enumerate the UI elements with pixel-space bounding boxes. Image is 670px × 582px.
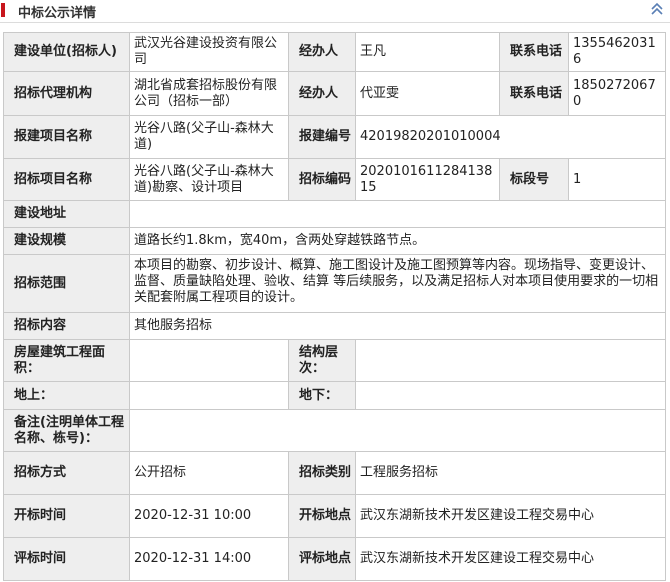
field-value: 2020-12-31 14:00	[129, 537, 289, 581]
field-value: 13554620316	[568, 32, 666, 72]
field-value	[129, 200, 666, 228]
panel-title: 中标公示详情	[18, 6, 97, 21]
field-label: 招标类别	[288, 451, 356, 495]
field-label: 建设规模	[3, 227, 130, 255]
field-value: 湖北省成套招标股份有限公司（招标一部）	[129, 71, 289, 116]
panel-header: 中标公示详情	[0, 0, 670, 23]
table-row: 招标范围 本项目的勘察、初步设计、概算、施工图设计及施工图预算等内容。现场指导、…	[3, 254, 666, 313]
field-label: 招标内容	[3, 312, 130, 340]
field-value	[355, 381, 666, 410]
field-label: 开标地点	[288, 494, 356, 538]
table-row: 报建项目名称 光谷八路(父子山-森林大道) 报建编号 4201982020101…	[3, 115, 666, 159]
field-label: 经办人	[288, 32, 356, 72]
field-value: 18502720670	[568, 71, 666, 116]
field-value: 王凡	[355, 32, 500, 72]
field-label: 开标时间	[3, 494, 130, 538]
field-value: 工程服务招标	[355, 451, 666, 495]
table-row: 招标内容 其他服务招标	[3, 312, 666, 340]
field-value: 本项目的勘察、初步设计、概算、施工图设计及施工图预算等内容。现场指导、变更设计、…	[129, 254, 666, 313]
field-label: 招标编码	[288, 158, 356, 201]
table-row: 开标时间 2020-12-31 10:00 开标地点 武汉东湖新技术开发区建设工…	[3, 494, 666, 538]
field-value: 武汉光谷建设投资有限公司	[129, 32, 289, 72]
field-value: 公开招标	[129, 451, 289, 495]
field-label: 联系电话	[499, 32, 569, 72]
field-label: 招标代理机构	[3, 71, 130, 116]
field-value: 武汉东湖新技术开发区建设工程交易中心	[355, 494, 666, 538]
field-label: 标段号	[499, 158, 569, 201]
table-row: 建设地址	[3, 200, 666, 228]
field-value: 光谷八路(父子山-森林大道)勘察、设计项目	[129, 158, 289, 201]
table-row: 招标方式 公开招标 招标类别 工程服务招标	[3, 451, 666, 495]
title-accent-bar	[1, 3, 5, 17]
table-row: 招标项目名称 光谷八路(父子山-森林大道)勘察、设计项目 招标编码 202010…	[3, 158, 666, 201]
field-label: 报建项目名称	[3, 115, 130, 159]
field-label: 结构层次：	[288, 339, 356, 382]
field-value: 42019820201010004	[355, 115, 666, 159]
field-value	[129, 339, 289, 382]
field-label: 联系电话	[499, 71, 569, 116]
field-value: 光谷八路(父子山-森林大道)	[129, 115, 289, 159]
field-value: 1	[568, 158, 666, 201]
field-value: 武汉东湖新技术开发区建设工程交易中心	[355, 537, 666, 581]
table-row: 评标时间 2020-12-31 14:00 评标地点 武汉东湖新技术开发区建设工…	[3, 537, 666, 581]
field-value: 代亚雯	[355, 71, 500, 116]
field-label: 房屋建筑工程面积：	[3, 339, 130, 382]
field-label: 建设地址	[3, 200, 130, 228]
field-value	[129, 381, 289, 410]
chevron-up-double-icon[interactable]	[650, 1, 664, 17]
field-label: 地下：	[288, 381, 356, 410]
field-label: 招标范围	[3, 254, 130, 313]
field-value: 其他服务招标	[129, 312, 666, 340]
table-row: 建设规模 道路长约1.8km，宽40m，含两处穿越铁路节点。	[3, 227, 666, 255]
table-row: 房屋建筑工程面积： 结构层次：	[3, 339, 666, 382]
table-row: 招标代理机构 湖北省成套招标股份有限公司（招标一部） 经办人 代亚雯 联系电话 …	[3, 71, 666, 116]
detail-table: 建设单位(招标人) 武汉光谷建设投资有限公司 经办人 王凡 联系电话 13554…	[3, 32, 666, 581]
table-row: 备注(注明单体工程名称、栋号)：	[3, 409, 666, 452]
field-label: 招标方式	[3, 451, 130, 495]
field-label: 招标项目名称	[3, 158, 130, 201]
table-row: 建设单位(招标人) 武汉光谷建设投资有限公司 经办人 王凡 联系电话 13554…	[3, 32, 666, 72]
field-value	[355, 339, 666, 382]
field-value: 2020-12-31 10:00	[129, 494, 289, 538]
field-label: 评标时间	[3, 537, 130, 581]
field-value: 202010161128413815	[355, 158, 500, 201]
field-label: 评标地点	[288, 537, 356, 581]
field-label: 建设单位(招标人)	[3, 32, 130, 72]
field-label: 备注(注明单体工程名称、栋号)：	[3, 409, 130, 452]
field-value: 道路长约1.8km，宽40m，含两处穿越铁路节点。	[129, 227, 666, 255]
table-row: 地上： 地下：	[3, 381, 666, 410]
field-label: 地上：	[3, 381, 130, 410]
field-value	[129, 409, 666, 452]
field-label: 报建编号	[288, 115, 356, 159]
field-label: 经办人	[288, 71, 356, 116]
